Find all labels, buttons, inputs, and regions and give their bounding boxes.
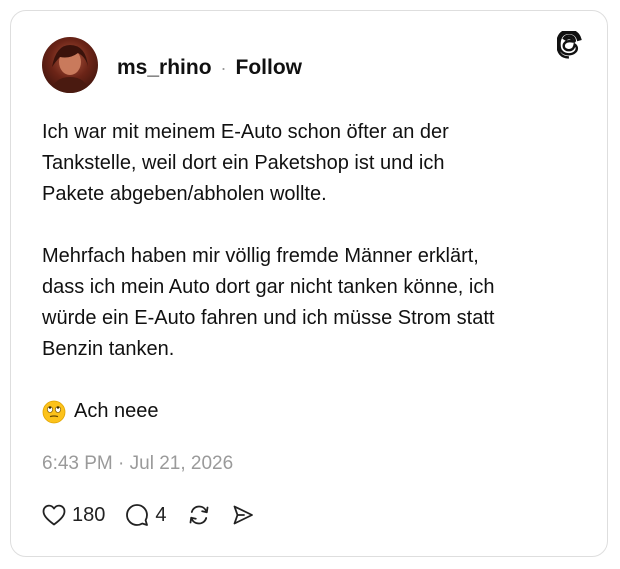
eye-roll-emoji-icon <box>42 400 66 423</box>
repost-button[interactable] <box>187 503 211 527</box>
share-button[interactable] <box>231 503 255 527</box>
post-timestamp[interactable]: 6:43 PM · Jul 21, 2026 <box>42 452 233 476</box>
avatar-image <box>50 45 90 93</box>
body-line: dass ich mein Auto dort gar nicht tanken… <box>42 276 495 298</box>
repost-icon <box>189 505 208 525</box>
action-bar: 180 4 <box>42 503 275 527</box>
post-card: ms_rhino · Follow Ich war mit meinem E-A… <box>10 10 608 557</box>
body-line: würde ein E-Auto fahren und ich müsse St… <box>42 307 495 329</box>
heart-icon <box>42 504 66 526</box>
reply-count: 4 <box>155 503 167 526</box>
avatar[interactable] <box>42 37 98 93</box>
username[interactable]: ms_rhino <box>117 55 212 81</box>
closing-text: Ach neee <box>74 400 159 422</box>
post-header: ms_rhino · Follow <box>117 55 302 81</box>
body-line: Pakete abgeben/abholen wollte. <box>42 183 327 205</box>
body-line: Ich war mit meinem E-Auto schon öfter an… <box>42 121 449 143</box>
closing-line: Ach neee <box>42 396 582 427</box>
body-line: Benzin tanken. <box>42 338 175 360</box>
post-body: Ich war mit meinem E-Auto schon öfter an… <box>42 117 582 427</box>
like-count: 180 <box>72 503 106 526</box>
like-button[interactable]: 180 <box>42 504 105 527</box>
reply-button[interactable]: 4 <box>125 503 167 527</box>
threads-logo-icon[interactable] <box>557 31 585 61</box>
comment-icon <box>126 504 149 526</box>
separator-dot: · <box>220 58 227 78</box>
send-icon <box>233 505 253 525</box>
follow-button[interactable]: Follow <box>236 55 303 81</box>
body-line: Mehrfach haben mir völlig fremde Männer … <box>42 245 479 267</box>
body-line: Tankstelle, weil dort ein Paketshop ist … <box>42 152 445 174</box>
